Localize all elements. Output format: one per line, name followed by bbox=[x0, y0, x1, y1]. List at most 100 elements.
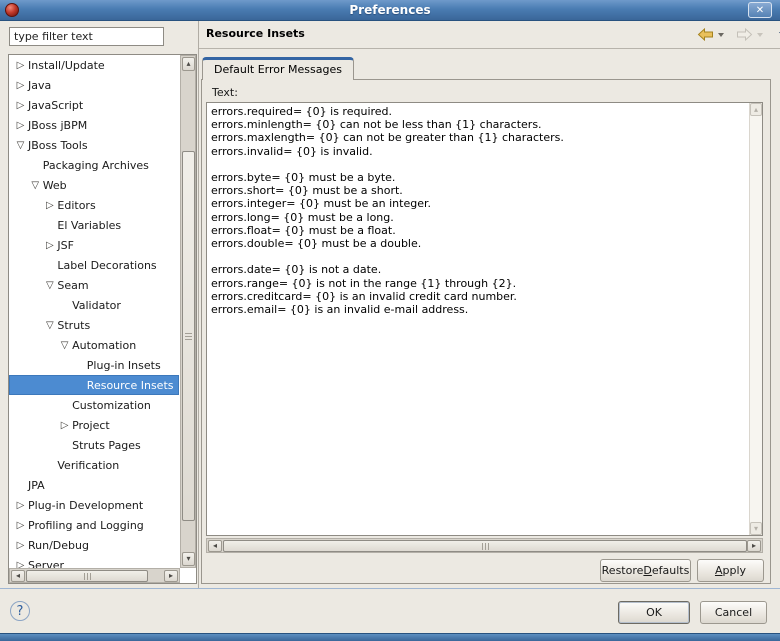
tree-item-seam[interactable]: ▽Seam bbox=[9, 275, 179, 295]
tree-item-struts[interactable]: ▽Struts bbox=[9, 315, 179, 335]
tab-label: Default Error Messages bbox=[214, 63, 342, 76]
tree-item-install-update[interactable]: ▷Install/Update bbox=[9, 55, 179, 75]
header-separator bbox=[199, 48, 780, 49]
tree-item-packaging-archives[interactable]: Packaging Archives bbox=[9, 155, 179, 175]
scroll-right-icon[interactable]: ▸ bbox=[747, 540, 761, 552]
tree-item-resource-insets[interactable]: Resource Insets bbox=[9, 375, 179, 395]
preferences-dialog: Preferences ✕ ▷Install/Update▷Java▷JavaS… bbox=[0, 0, 780, 641]
tree-item-label: JBoss Tools bbox=[28, 139, 88, 152]
tree-item-java[interactable]: ▷Java bbox=[9, 75, 179, 95]
tree-item-jpa[interactable]: JPA bbox=[9, 475, 179, 495]
expand-arrow-icon[interactable]: ▷ bbox=[13, 120, 28, 131]
tree-item-label: Struts bbox=[57, 319, 90, 332]
tree-item-label-decorations[interactable]: Label Decorations bbox=[9, 255, 179, 275]
filter-input[interactable] bbox=[9, 27, 164, 46]
text-field-label: Text: bbox=[212, 86, 238, 99]
tree-item-struts-pages[interactable]: Struts Pages bbox=[9, 435, 179, 455]
expand-arrow-icon[interactable]: ▷ bbox=[57, 420, 72, 431]
scroll-left-icon[interactable]: ◂ bbox=[11, 570, 25, 582]
expand-arrow-icon[interactable]: ▷ bbox=[13, 540, 28, 551]
tree-vscroll-thumb[interactable] bbox=[182, 151, 195, 521]
forward-icon[interactable] bbox=[736, 28, 753, 41]
help-button[interactable]: ? bbox=[10, 601, 30, 621]
tree-item-label: Run/Debug bbox=[28, 539, 89, 552]
tab-default-error-messages[interactable]: Default Error Messages bbox=[202, 57, 354, 80]
tree-hscroll-thumb[interactable] bbox=[26, 570, 148, 582]
tree-item-label: Java bbox=[28, 79, 51, 92]
scroll-left-icon[interactable]: ◂ bbox=[208, 540, 222, 552]
scroll-down-icon[interactable]: ▾ bbox=[750, 522, 762, 535]
error-messages-textarea[interactable]: errors.required= {0} is required. errors… bbox=[206, 102, 763, 536]
close-button[interactable]: ✕ bbox=[748, 2, 772, 18]
tree-item-project[interactable]: ▷Project bbox=[9, 415, 179, 435]
collapse-arrow-icon[interactable]: ▽ bbox=[57, 340, 72, 351]
page-title: Resource Insets bbox=[206, 27, 305, 40]
tree-item-label: JBoss jBPM bbox=[28, 119, 87, 132]
button-label: Cancel bbox=[715, 606, 752, 619]
tree-item-jboss-tools[interactable]: ▽JBoss Tools bbox=[9, 135, 179, 155]
tree-hscrollbar[interactable]: ◂ ▸ bbox=[9, 568, 180, 583]
scroll-right-icon[interactable]: ▸ bbox=[164, 570, 178, 582]
thumb-grip bbox=[87, 573, 88, 580]
tree-item-jsf[interactable]: ▷JSF bbox=[9, 235, 179, 255]
scroll-up-icon[interactable]: ▴ bbox=[750, 103, 762, 116]
tree-item-profiling-and-logging[interactable]: ▷Profiling and Logging bbox=[9, 515, 179, 535]
tree-item-verification[interactable]: Verification bbox=[9, 455, 179, 475]
back-menu-chevron-icon[interactable] bbox=[718, 33, 724, 37]
tree-item-plug-in-insets[interactable]: Plug-in Insets bbox=[9, 355, 179, 375]
scroll-up-icon[interactable]: ▴ bbox=[182, 57, 195, 71]
text-vscrollbar[interactable]: ▴ ▾ bbox=[749, 103, 762, 535]
tree-item-label: Plug-in Insets bbox=[87, 359, 161, 372]
tree-item-jboss-jbpm[interactable]: ▷JBoss jBPM bbox=[9, 115, 179, 135]
scroll-down-icon[interactable]: ▾ bbox=[182, 552, 195, 566]
ok-button[interactable]: OK bbox=[618, 601, 690, 624]
expand-arrow-icon[interactable]: ▷ bbox=[42, 240, 57, 251]
button-label: efaults bbox=[652, 564, 689, 577]
restore-defaults-button[interactable]: Restore Defaults bbox=[600, 559, 691, 582]
collapse-arrow-icon[interactable]: ▽ bbox=[42, 280, 57, 291]
window-title: Preferences bbox=[0, 3, 780, 17]
tree-vscrollbar[interactable]: ▴ ▾ bbox=[180, 55, 196, 568]
tree-item-javascript[interactable]: ▷JavaScript bbox=[9, 95, 179, 115]
apply-button[interactable]: Apply bbox=[697, 559, 764, 582]
expand-arrow-icon[interactable]: ▷ bbox=[13, 100, 28, 111]
text-hscrollbar[interactable]: ◂ ▸ bbox=[206, 538, 763, 553]
tree-item-label: Verification bbox=[57, 459, 119, 472]
tree-item-label: JPA bbox=[28, 479, 45, 492]
title-bar[interactable]: Preferences ✕ bbox=[0, 0, 780, 21]
expand-arrow-icon[interactable]: ▷ bbox=[13, 60, 28, 71]
tree-item-label: Resource Insets bbox=[87, 379, 174, 392]
tree-item-validator[interactable]: Validator bbox=[9, 295, 179, 315]
back-icon[interactable] bbox=[697, 28, 714, 41]
forward-menu-chevron-icon[interactable] bbox=[757, 33, 763, 37]
tree-item-label: Label Decorations bbox=[57, 259, 156, 272]
tree-item-label: JavaScript bbox=[28, 99, 83, 112]
button-label: pply bbox=[723, 564, 747, 577]
tree-item-server[interactable]: ▷Server bbox=[9, 555, 179, 568]
tree-item-el-variables[interactable]: El Variables bbox=[9, 215, 179, 235]
help-icon: ? bbox=[17, 604, 24, 619]
tree-item-customization[interactable]: Customization bbox=[9, 395, 179, 415]
expand-arrow-icon[interactable]: ▷ bbox=[13, 520, 28, 531]
tree-item-label: Customization bbox=[72, 399, 151, 412]
tree-item-automation[interactable]: ▽Automation bbox=[9, 335, 179, 355]
cancel-button[interactable]: Cancel bbox=[700, 601, 767, 624]
panel-divider[interactable] bbox=[198, 21, 199, 588]
collapse-arrow-icon[interactable]: ▽ bbox=[28, 180, 43, 191]
tree-item-label: Automation bbox=[72, 339, 136, 352]
collapse-arrow-icon[interactable]: ▽ bbox=[42, 320, 57, 331]
button-mnemonic: A bbox=[715, 564, 723, 577]
tree-item-web[interactable]: ▽Web bbox=[9, 175, 179, 195]
tree-item-run-debug[interactable]: ▷Run/Debug bbox=[9, 535, 179, 555]
tree-item-label: Profiling and Logging bbox=[28, 519, 144, 532]
footer-separator bbox=[0, 588, 780, 589]
collapse-arrow-icon[interactable]: ▽ bbox=[13, 140, 28, 151]
text-hscroll-thumb[interactable] bbox=[223, 540, 747, 552]
expand-arrow-icon[interactable]: ▷ bbox=[13, 80, 28, 91]
tree-item-plug-in-development[interactable]: ▷Plug-in Development bbox=[9, 495, 179, 515]
expand-arrow-icon[interactable]: ▷ bbox=[13, 560, 28, 569]
expand-arrow-icon[interactable]: ▷ bbox=[42, 200, 57, 211]
tree-item-editors[interactable]: ▷Editors bbox=[9, 195, 179, 215]
expand-arrow-icon[interactable]: ▷ bbox=[13, 500, 28, 511]
button-label: Restore bbox=[602, 564, 644, 577]
